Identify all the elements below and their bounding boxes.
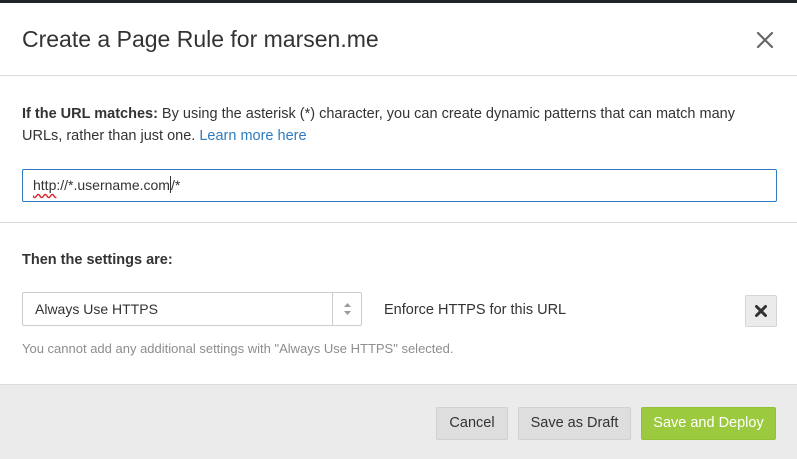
settings-section: Then the settings are: Always Use HTTPS …: [0, 224, 797, 384]
url-input-text-path: /*: [170, 177, 181, 193]
setting-select-value: Always Use HTTPS: [35, 301, 158, 317]
page-rule-modal: Create a Page Rule for marsen.me If the …: [0, 3, 797, 459]
modal-title: Create a Page Rule for marsen.me: [22, 26, 379, 52]
x-icon: [755, 305, 767, 317]
updown-arrows-icon: [344, 303, 351, 315]
select-arrows-container: [332, 293, 361, 325]
url-match-label: If the URL matches:: [22, 106, 158, 122]
url-input-text-host: ://*.username.com: [56, 177, 170, 193]
url-pattern-input[interactable]: http://*.username.com/*: [22, 169, 777, 202]
url-match-section: If the URL matches: By using the asteris…: [0, 77, 797, 223]
url-input-text-scheme: http: [33, 177, 57, 193]
setting-description: Enforce HTTPS for this URL: [384, 302, 567, 318]
modal-header: Create a Page Rule for marsen.me: [0, 3, 797, 76]
url-match-description: If the URL matches: By using the asteris…: [22, 103, 772, 147]
save-draft-button[interactable]: Save as Draft: [518, 407, 631, 440]
setting-select[interactable]: Always Use HTTPS: [22, 292, 362, 326]
remove-setting-button[interactable]: [745, 295, 777, 327]
save-deploy-button[interactable]: Save and Deploy: [641, 407, 776, 440]
close-icon: [756, 31, 774, 49]
settings-heading: Then the settings are:: [22, 252, 173, 268]
modal-footer: Cancel Save as Draft Save and Deploy: [0, 384, 797, 459]
close-button[interactable]: [752, 27, 778, 53]
setting-note: You cannot add any additional settings w…: [22, 341, 454, 356]
learn-more-link[interactable]: Learn more here: [199, 128, 306, 144]
cancel-button[interactable]: Cancel: [436, 407, 508, 440]
